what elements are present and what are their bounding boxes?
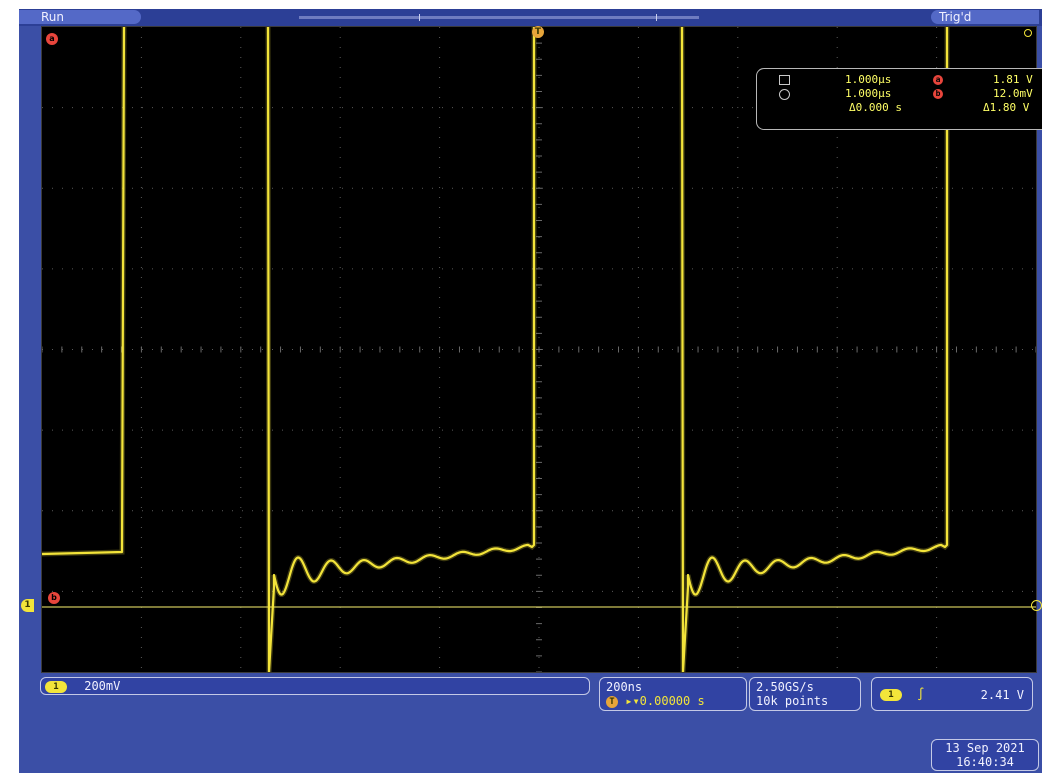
cursor-delta-time: Δ0.000 s xyxy=(849,101,902,114)
cursor-a-badge: a xyxy=(933,75,943,85)
cursor-1-time: 1.000µs xyxy=(845,73,892,86)
cursor-a-value: 1.81 V xyxy=(993,73,1033,86)
ch1-vertical-scale: 200mV xyxy=(84,679,121,693)
cursor-readout-panel: 1.000µs a 1.81 V 1.000µs b 12.0mV Δ0.000… xyxy=(756,68,1042,130)
timebase-value: 200ns xyxy=(606,680,643,694)
cursor-2-time: 1.000µs xyxy=(845,87,892,100)
horizontal-panel[interactable]: 200ns T ▸▾0.00000 s xyxy=(599,677,747,711)
ch1-ground-marker[interactable]: 1 xyxy=(21,599,34,612)
cursor-b-marker[interactable]: b xyxy=(48,592,60,604)
trigger-panel[interactable]: 1 ∫ 2.41 V xyxy=(871,677,1033,711)
channel-1-scale-panel[interactable]: 1 200mV xyxy=(40,677,590,695)
time-cursor-1-icon xyxy=(779,75,790,85)
ch1-badge: 1 xyxy=(45,680,67,693)
trigger-status-badge: Trig'd xyxy=(931,10,1039,24)
sample-rate: 2.50GS/s xyxy=(756,680,814,694)
date-time-panel: 13 Sep 2021 16:40:34 xyxy=(931,739,1039,771)
waveform-screen[interactable]: a b T 1.000µs a 1.81 V 1.000µs b 12.0mV … xyxy=(41,26,1042,673)
trigger-position-icon: T xyxy=(606,695,618,708)
cursor-a-marker[interactable]: a xyxy=(46,33,58,45)
top-status-bar: Run Trig'd xyxy=(19,9,1042,26)
oscilloscope-display: Run Trig'd a b T 1.000µs a 1.81 V 1.000µ… xyxy=(19,9,1042,773)
run-status-badge[interactable]: Run xyxy=(19,10,141,24)
acquisition-panel[interactable]: 2.50GS/s 10k points xyxy=(749,677,861,711)
right-edge-trigger-level-icon xyxy=(1024,29,1032,37)
trigger-source-badge: 1 xyxy=(880,688,902,701)
trigger-level: 2.41 V xyxy=(980,688,1024,702)
rising-edge-icon: ∫ xyxy=(917,687,925,701)
cursor-b-badge: b xyxy=(933,89,943,99)
trigger-position-marker[interactable]: T xyxy=(532,26,544,38)
time-cursor-2-icon xyxy=(779,89,790,100)
cursor-delta-value: Δ1.80 V xyxy=(983,101,1030,114)
record-view-window[interactable] xyxy=(419,14,657,21)
date: 13 Sep 2021 xyxy=(945,741,1025,755)
horizontal-delay: ▸▾0.00000 s xyxy=(625,694,705,708)
record-length: 10k points xyxy=(756,694,829,708)
time: 16:40:34 xyxy=(956,755,1014,769)
right-edge-level-marker-icon xyxy=(1031,600,1042,611)
cursor-b-value: 12.0mV xyxy=(993,87,1033,100)
